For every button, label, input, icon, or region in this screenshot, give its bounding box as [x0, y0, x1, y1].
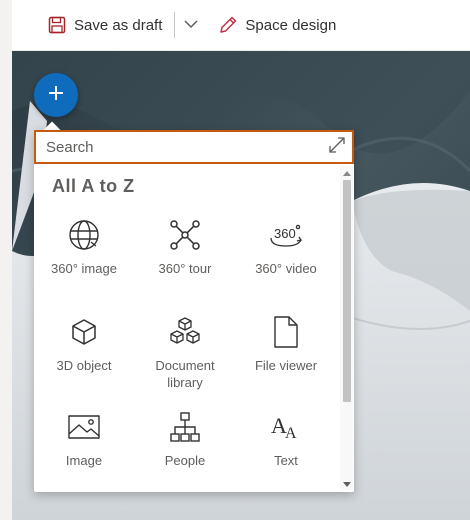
web-part-text[interactable]: A A Text	[236, 406, 336, 492]
text-aa-icon: A A	[266, 410, 306, 444]
org-chart-icon	[165, 410, 205, 444]
web-part-360-video[interactable]: 360 360° video	[236, 214, 336, 306]
cube-icon	[64, 315, 104, 349]
toolbar-divider	[174, 12, 176, 38]
add-web-part-button[interactable]	[34, 73, 78, 117]
svg-text:A: A	[285, 425, 297, 442]
svg-text:360: 360	[274, 226, 296, 241]
expand-icon	[328, 136, 346, 159]
cubes-stack-icon	[165, 315, 205, 349]
search-box	[34, 130, 354, 164]
web-part-label: 360° tour	[158, 261, 212, 276]
scrollbar-thumb[interactable]	[343, 180, 351, 402]
web-part-label: Text	[274, 453, 298, 468]
save-as-draft-label: Save as draft	[74, 16, 163, 34]
plus-icon	[47, 84, 65, 107]
network-nodes-icon	[165, 218, 205, 252]
web-part-label: 3D object	[56, 358, 112, 373]
web-part-label: 360° image	[51, 261, 117, 276]
save-icon	[46, 14, 68, 36]
globe-icon	[64, 218, 104, 252]
web-part-label: Document library	[155, 358, 215, 390]
web-part-image[interactable]: Image	[34, 406, 134, 492]
web-part-360-image[interactable]: 360° image	[34, 214, 134, 306]
file-icon	[266, 315, 306, 349]
web-part-document-library[interactable]: Document library	[135, 311, 235, 403]
save-as-draft-button[interactable]: Save as draft	[40, 7, 168, 43]
search-input[interactable]	[44, 132, 322, 162]
web-part-label: People	[164, 453, 206, 468]
triangle-up-icon	[342, 163, 351, 181]
web-part-file-viewer[interactable]: File viewer	[236, 311, 336, 403]
save-options-dropdown[interactable]	[177, 7, 205, 43]
triangle-down-icon	[342, 475, 351, 493]
web-part-label: Image	[65, 453, 103, 468]
space-design-label: Space design	[245, 16, 337, 34]
scroll-down-button[interactable]	[340, 478, 353, 490]
picker-body: All A to Z 360° image 360° tour 360 360°…	[34, 164, 338, 492]
picker-scrollbar[interactable]	[340, 166, 353, 490]
pencil-icon	[217, 14, 239, 36]
web-part-label: File viewer	[254, 358, 318, 373]
space-design-button[interactable]: Space design	[211, 7, 342, 43]
web-part-label: 360° video	[255, 261, 317, 276]
command-bar: Save as draft Space design	[12, 0, 470, 51]
web-part-360-tour[interactable]: 360° tour	[135, 214, 235, 306]
web-part-people[interactable]: People	[135, 406, 235, 492]
image-icon	[64, 410, 104, 444]
video-360-icon: 360	[266, 218, 306, 252]
scroll-up-button[interactable]	[340, 166, 353, 178]
web-part-3d-object[interactable]: 3D object	[34, 311, 134, 403]
web-part-picker: All A to Z 360° image	[34, 130, 354, 492]
expand-button[interactable]	[322, 132, 352, 162]
section-title: All A to Z	[52, 176, 135, 196]
chevron-down-icon	[184, 16, 198, 34]
